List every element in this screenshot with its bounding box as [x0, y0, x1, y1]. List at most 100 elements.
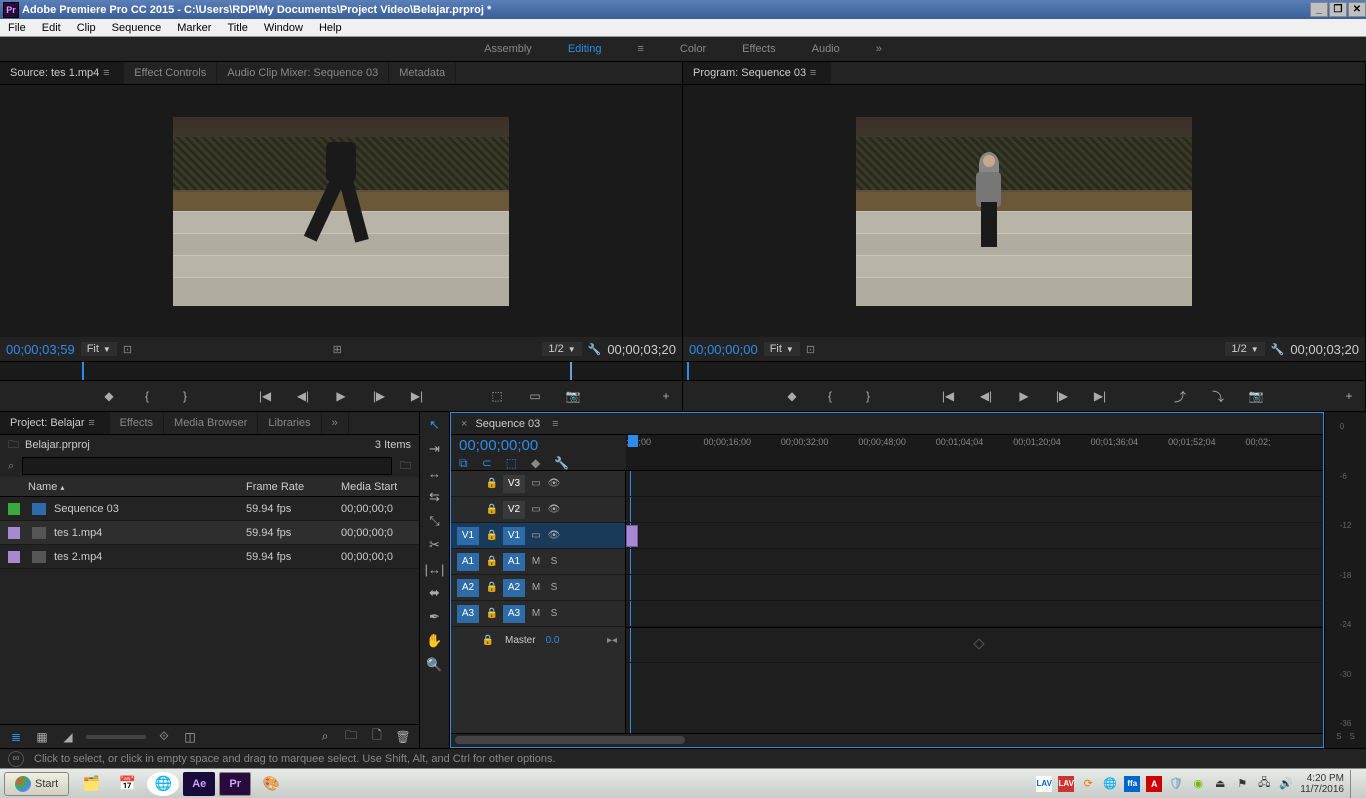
tray-shield-icon[interactable]: 🛡️: [1168, 776, 1184, 792]
sort-icon[interactable]: ⟐: [156, 729, 172, 745]
menu-clip[interactable]: Clip: [69, 22, 104, 34]
project-row[interactable]: Sequence 03 59.94 fps 00;00;00;0: [0, 497, 419, 521]
source-safe-margins-icon[interactable]: ⊡: [123, 343, 132, 356]
source-settings-icon[interactable]: ⊞: [333, 343, 342, 356]
source-wrench-icon[interactable]: 🔧: [588, 343, 602, 356]
razor-tool-icon[interactable]: ✂: [424, 536, 446, 554]
lock-icon[interactable]: 🔒: [485, 478, 499, 489]
lift-icon[interactable]: ⤴: [1172, 388, 1188, 404]
hand-tool-icon[interactable]: ✋: [424, 632, 446, 650]
paint-icon[interactable]: 🎨: [255, 772, 287, 796]
workspace-audio[interactable]: Audio: [812, 43, 840, 55]
solo-left[interactable]: S: [1336, 732, 1341, 748]
tray-lav-icon[interactable]: LAV: [1036, 776, 1052, 792]
track-header-a2[interactable]: A2 🔒 A2 M S: [451, 575, 625, 601]
menu-title[interactable]: Title: [219, 22, 255, 34]
calendar-icon[interactable]: 📅: [111, 772, 143, 796]
workspace-color[interactable]: Color: [680, 43, 706, 55]
menu-window[interactable]: Window: [256, 22, 311, 34]
clear-icon[interactable]: 🗑: [395, 729, 411, 745]
source-tab[interactable]: Source: tes 1.mp4≡: [0, 62, 124, 84]
toggle-output-icon[interactable]: ▭: [529, 478, 543, 489]
find-icon[interactable]: ⌕: [317, 729, 333, 745]
col-framerate[interactable]: Frame Rate: [246, 481, 341, 493]
step-back-icon[interactable]: ◀|: [295, 388, 311, 404]
automate-icon[interactable]: ◫: [182, 729, 198, 745]
program-ruler[interactable]: [683, 361, 1365, 381]
tray-adobe-icon[interactable]: A: [1146, 776, 1162, 792]
maximize-button[interactable]: ❐: [1329, 2, 1347, 17]
col-mediastart[interactable]: Media Start: [341, 481, 411, 493]
export-frame-icon[interactable]: 📷: [1248, 388, 1264, 404]
mark-in-icon[interactable]: {: [139, 388, 155, 404]
premiere-icon[interactable]: Pr: [219, 772, 251, 796]
tray-ffa-icon[interactable]: ffa: [1124, 776, 1140, 792]
eye-icon[interactable]: 👁: [547, 478, 561, 489]
panel-menu-icon[interactable]: ≡: [548, 418, 562, 430]
project-row[interactable]: tes 2.mp4 59.94 fps 00;00;00;0: [0, 545, 419, 569]
program-wrench-icon[interactable]: 🔧: [1271, 343, 1285, 356]
source-patch-v1[interactable]: V1: [457, 527, 479, 545]
play-icon[interactable]: ▶: [333, 388, 349, 404]
program-timecode-left[interactable]: 00;00;00;00: [689, 342, 758, 357]
zoom-slider[interactable]: [86, 735, 146, 739]
overwrite-icon[interactable]: ▭: [527, 388, 543, 404]
track-header-a3[interactable]: A3 🔒 A3 M S: [451, 601, 625, 627]
close-sequence-icon[interactable]: ×: [461, 418, 467, 430]
panel-menu-icon[interactable]: ≡: [85, 417, 99, 429]
go-to-in-icon[interactable]: |◀: [257, 388, 273, 404]
ripple-edit-tool-icon[interactable]: ↔: [424, 464, 446, 482]
program-fit-dropdown[interactable]: Fit▼: [764, 342, 800, 356]
label-swatch[interactable]: [8, 503, 20, 515]
workspace-assembly[interactable]: Assembly: [484, 43, 532, 55]
track-header-a1[interactable]: A1 🔒 A1 M S: [451, 549, 625, 575]
toggle-output-icon[interactable]: ▭: [529, 530, 543, 541]
lock-icon[interactable]: 🔒: [485, 530, 499, 541]
solo-icon[interactable]: S: [547, 608, 561, 619]
export-frame-icon[interactable]: 📷: [565, 388, 581, 404]
source-patch-a3[interactable]: A3: [457, 605, 479, 623]
menu-edit[interactable]: Edit: [34, 22, 69, 34]
tray-sync-icon[interactable]: ⟳: [1080, 776, 1096, 792]
new-bin-icon[interactable]: 🗀: [343, 729, 359, 745]
tray-chrome-icon[interactable]: 🌐: [1102, 776, 1118, 792]
zoom-tool-icon[interactable]: 🔍: [424, 656, 446, 674]
lock-icon[interactable]: 🔒: [485, 582, 499, 593]
minimize-button[interactable]: _: [1310, 2, 1328, 17]
tab-overflow-icon[interactable]: »: [322, 412, 349, 434]
selection-tool-icon[interactable]: ↖: [424, 416, 446, 434]
new-item-icon[interactable]: 🗋: [369, 729, 385, 745]
track-header-v2[interactable]: 🔒 V2 ▭ 👁: [451, 497, 625, 523]
mute-icon[interactable]: M: [529, 556, 543, 567]
tray-nvidia-icon[interactable]: ◉: [1190, 776, 1206, 792]
timeline-scrollbar[interactable]: [451, 733, 1323, 747]
eye-icon[interactable]: 👁: [547, 504, 561, 515]
step-forward-icon[interactable]: |▶: [371, 388, 387, 404]
source-timecode-left[interactable]: 00;00;03;59: [6, 342, 75, 357]
tray-volume-icon[interactable]: 🔊: [1278, 776, 1294, 792]
linked-selection-icon[interactable]: ⊂: [482, 456, 492, 471]
go-to-out-icon[interactable]: ▶|: [1092, 388, 1108, 404]
playhead-icon[interactable]: [628, 435, 638, 447]
go-to-out-icon[interactable]: ▶|: [409, 388, 425, 404]
start-button[interactable]: Start: [4, 772, 69, 796]
solo-icon[interactable]: S: [547, 582, 561, 593]
expand-icon[interactable]: ▸◂: [607, 635, 617, 646]
master-track[interactable]: 🔒 Master 0.0 ▸◂: [451, 627, 625, 653]
menu-file[interactable]: File: [0, 22, 34, 34]
mute-icon[interactable]: M: [529, 608, 543, 619]
timeline-track-area[interactable]: [626, 471, 1323, 733]
lock-icon[interactable]: 🔒: [485, 504, 499, 515]
workspace-menu-icon[interactable]: ≡: [637, 43, 643, 55]
after-effects-icon[interactable]: Ae: [183, 772, 215, 796]
effects-tab[interactable]: Effects: [110, 412, 164, 434]
program-safe-margins-icon[interactable]: ⊡: [806, 343, 815, 356]
libraries-tab[interactable]: Libraries: [258, 412, 321, 434]
workspace-effects[interactable]: Effects: [742, 43, 775, 55]
add-marker-icon[interactable]: ⬚: [506, 456, 517, 471]
label-swatch[interactable]: [8, 551, 20, 563]
workspace-overflow-icon[interactable]: »: [876, 43, 882, 55]
mark-in-icon[interactable]: {: [822, 388, 838, 404]
show-desktop-button[interactable]: [1350, 770, 1360, 798]
explorer-icon[interactable]: 🗂️: [75, 772, 107, 796]
